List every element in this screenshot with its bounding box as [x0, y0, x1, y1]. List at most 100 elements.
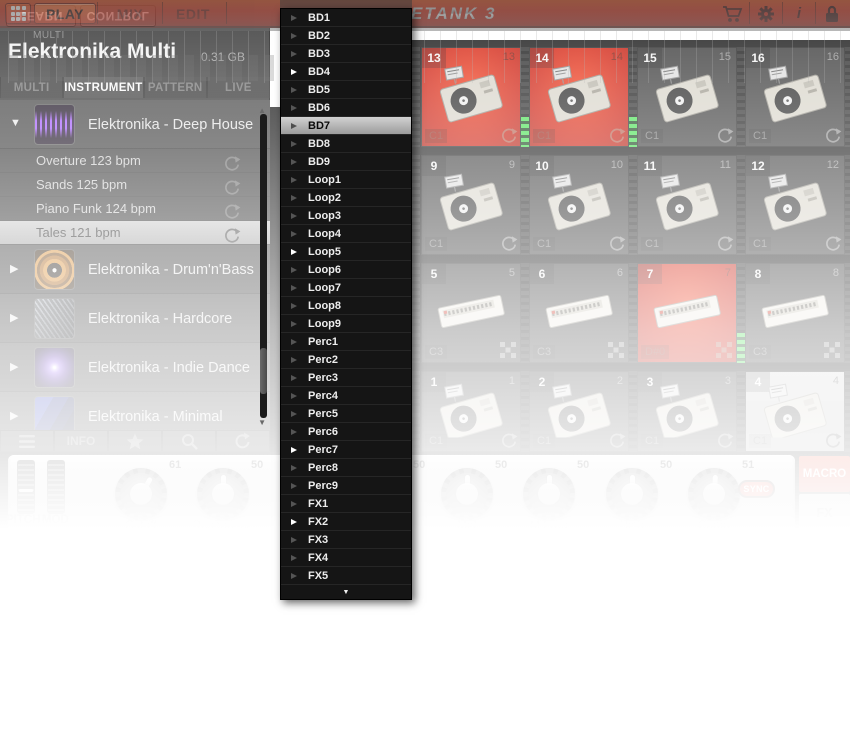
menu-item-bd2[interactable]: BD2: [281, 27, 411, 45]
submenu-arrow-icon: [291, 51, 297, 57]
submenu-arrow-icon: [291, 15, 297, 21]
menu-item-label: Loop1: [308, 174, 341, 186]
menu-item-perc9[interactable]: Perc9: [281, 477, 411, 495]
menu-item-label: FX1: [308, 498, 328, 510]
menu-item-label: Loop3: [308, 210, 341, 222]
list-scrollbar[interactable]: [260, 114, 267, 418]
menu-item-loop2[interactable]: Loop2: [281, 189, 411, 207]
menu-item-label: BD2: [308, 30, 330, 42]
menu-item-label: BD4: [308, 66, 330, 78]
menu-item-perc1[interactable]: Perc1: [281, 333, 411, 351]
menu-item-label: Perc8: [308, 462, 338, 474]
menu-item-label: BD8: [308, 138, 330, 150]
menu-item-label: BD9: [308, 156, 330, 168]
menu-item-label: Loop8: [308, 300, 341, 312]
menu-item-perc7[interactable]: Perc7: [281, 441, 411, 459]
menu-item-bd8[interactable]: BD8: [281, 135, 411, 153]
submenu-arrow-icon: [291, 465, 297, 471]
menu-item-label: Perc9: [308, 480, 338, 492]
menu-item-perc2[interactable]: Perc2: [281, 351, 411, 369]
menu-item-fx2[interactable]: FX2: [281, 513, 411, 531]
submenu-arrow-icon: [291, 267, 297, 273]
menu-item-loop8[interactable]: Loop8: [281, 297, 411, 315]
submenu-arrow-icon: [291, 213, 297, 219]
menu-item-bd7[interactable]: BD7: [281, 117, 411, 135]
submenu-arrow-icon: [291, 69, 297, 75]
submenu-arrow-icon: [291, 429, 297, 435]
menu-item-label: Perc1: [308, 336, 338, 348]
submenu-arrow-icon: [291, 537, 297, 543]
menu-item-label: BD5: [308, 84, 330, 96]
submenu-arrow-icon: [291, 285, 297, 291]
menu-item-label: Loop9: [308, 318, 341, 330]
submenu-arrow-icon: [291, 555, 297, 561]
menu-item-label: BD1: [308, 12, 330, 24]
menu-item-loop4[interactable]: Loop4: [281, 225, 411, 243]
menu-item-label: Perc5: [308, 408, 338, 420]
menu-item-label: Loop7: [308, 282, 341, 294]
menu-item-label: Loop6: [308, 264, 341, 276]
scroll-down-icon[interactable]: ▼: [258, 418, 266, 427]
scrollbar-thumb[interactable]: [260, 348, 267, 394]
menu-item-loop1[interactable]: Loop1: [281, 171, 411, 189]
menu-item-fx4[interactable]: FX4: [281, 549, 411, 567]
menu-item-perc6[interactable]: Perc6: [281, 423, 411, 441]
menu-item-perc3[interactable]: Perc3: [281, 369, 411, 387]
menu-item-label: BD6: [308, 102, 330, 114]
menu-item-fx1[interactable]: FX1: [281, 495, 411, 513]
menu-item-bd6[interactable]: BD6: [281, 99, 411, 117]
instrument-dropdown-menu: BD1 BD2 BD3 BD4 BD5 BD6 BD7 BD8 BD9 Loop1 Loop2 Loo…: [280, 8, 412, 600]
submenu-arrow-icon: [291, 249, 297, 255]
submenu-arrow-icon: [291, 447, 297, 453]
menu-item-bd4[interactable]: BD4: [281, 63, 411, 81]
menu-item-label: Perc7: [308, 444, 338, 456]
menu-item-label: FX3: [308, 534, 328, 546]
menu-item-label: BD3: [308, 48, 330, 60]
menu-item-perc8[interactable]: Perc8: [281, 459, 411, 477]
menu-item-bd1[interactable]: BD1: [281, 9, 411, 27]
menu-item-label: Perc2: [308, 354, 338, 366]
menu-item-label: FX2: [308, 516, 328, 528]
menu-item-label: Perc3: [308, 372, 338, 384]
submenu-arrow-icon: [291, 393, 297, 399]
submenu-arrow-icon: [291, 105, 297, 111]
menu-item-loop3[interactable]: Loop3: [281, 207, 411, 225]
menu-item-label: FX4: [308, 552, 328, 564]
submenu-arrow-icon: [291, 87, 297, 93]
menu-item-loop7[interactable]: Loop7: [281, 279, 411, 297]
menu-item-bd3[interactable]: BD3: [281, 45, 411, 63]
menu-item-label: Perc4: [308, 390, 338, 402]
sampletank-window: PLAYMIXEDIT ETANK 3 i MULTI Elektronika …: [0, 0, 850, 735]
menu-item-perc4[interactable]: Perc4: [281, 387, 411, 405]
menu-item-loop5[interactable]: Loop5: [281, 243, 411, 261]
submenu-arrow-icon: [291, 195, 297, 201]
submenu-arrow-icon: [291, 501, 297, 507]
menu-item-fx3[interactable]: FX3: [281, 531, 411, 549]
submenu-arrow-icon: [291, 411, 297, 417]
menu-item-loop9[interactable]: Loop9: [281, 315, 411, 333]
submenu-arrow-icon: [291, 123, 297, 129]
menu-item-bd9[interactable]: BD9: [281, 153, 411, 171]
menu-item-label: Loop4: [308, 228, 341, 240]
desk-reflection: LEARNCONTROL ▼: [0, 0, 850, 107]
submenu-arrow-icon: [291, 483, 297, 489]
menu-item-label: FX5: [308, 570, 328, 582]
submenu-arrow-icon: [291, 231, 297, 237]
submenu-arrow-icon: [291, 519, 297, 525]
menu-item-label: Loop5: [308, 246, 341, 258]
scroll-more-icon[interactable]: ▼: [281, 585, 411, 599]
submenu-arrow-icon: [291, 159, 297, 165]
menu-item-perc5[interactable]: Perc5: [281, 405, 411, 423]
scroll-up-icon[interactable]: ▲: [258, 106, 266, 115]
submenu-arrow-icon: [291, 303, 297, 309]
reflection-fade: [0, 0, 850, 107]
submenu-arrow-icon: [291, 177, 297, 183]
menu-item-label: Perc6: [308, 426, 338, 438]
submenu-arrow-icon: [291, 321, 297, 327]
menu-item-label: Loop2: [308, 192, 341, 204]
menu-item-label: BD7: [308, 120, 330, 132]
menu-item-fx5[interactable]: FX5: [281, 567, 411, 585]
submenu-arrow-icon: [291, 375, 297, 381]
menu-item-bd5[interactable]: BD5: [281, 81, 411, 99]
menu-item-loop6[interactable]: Loop6: [281, 261, 411, 279]
